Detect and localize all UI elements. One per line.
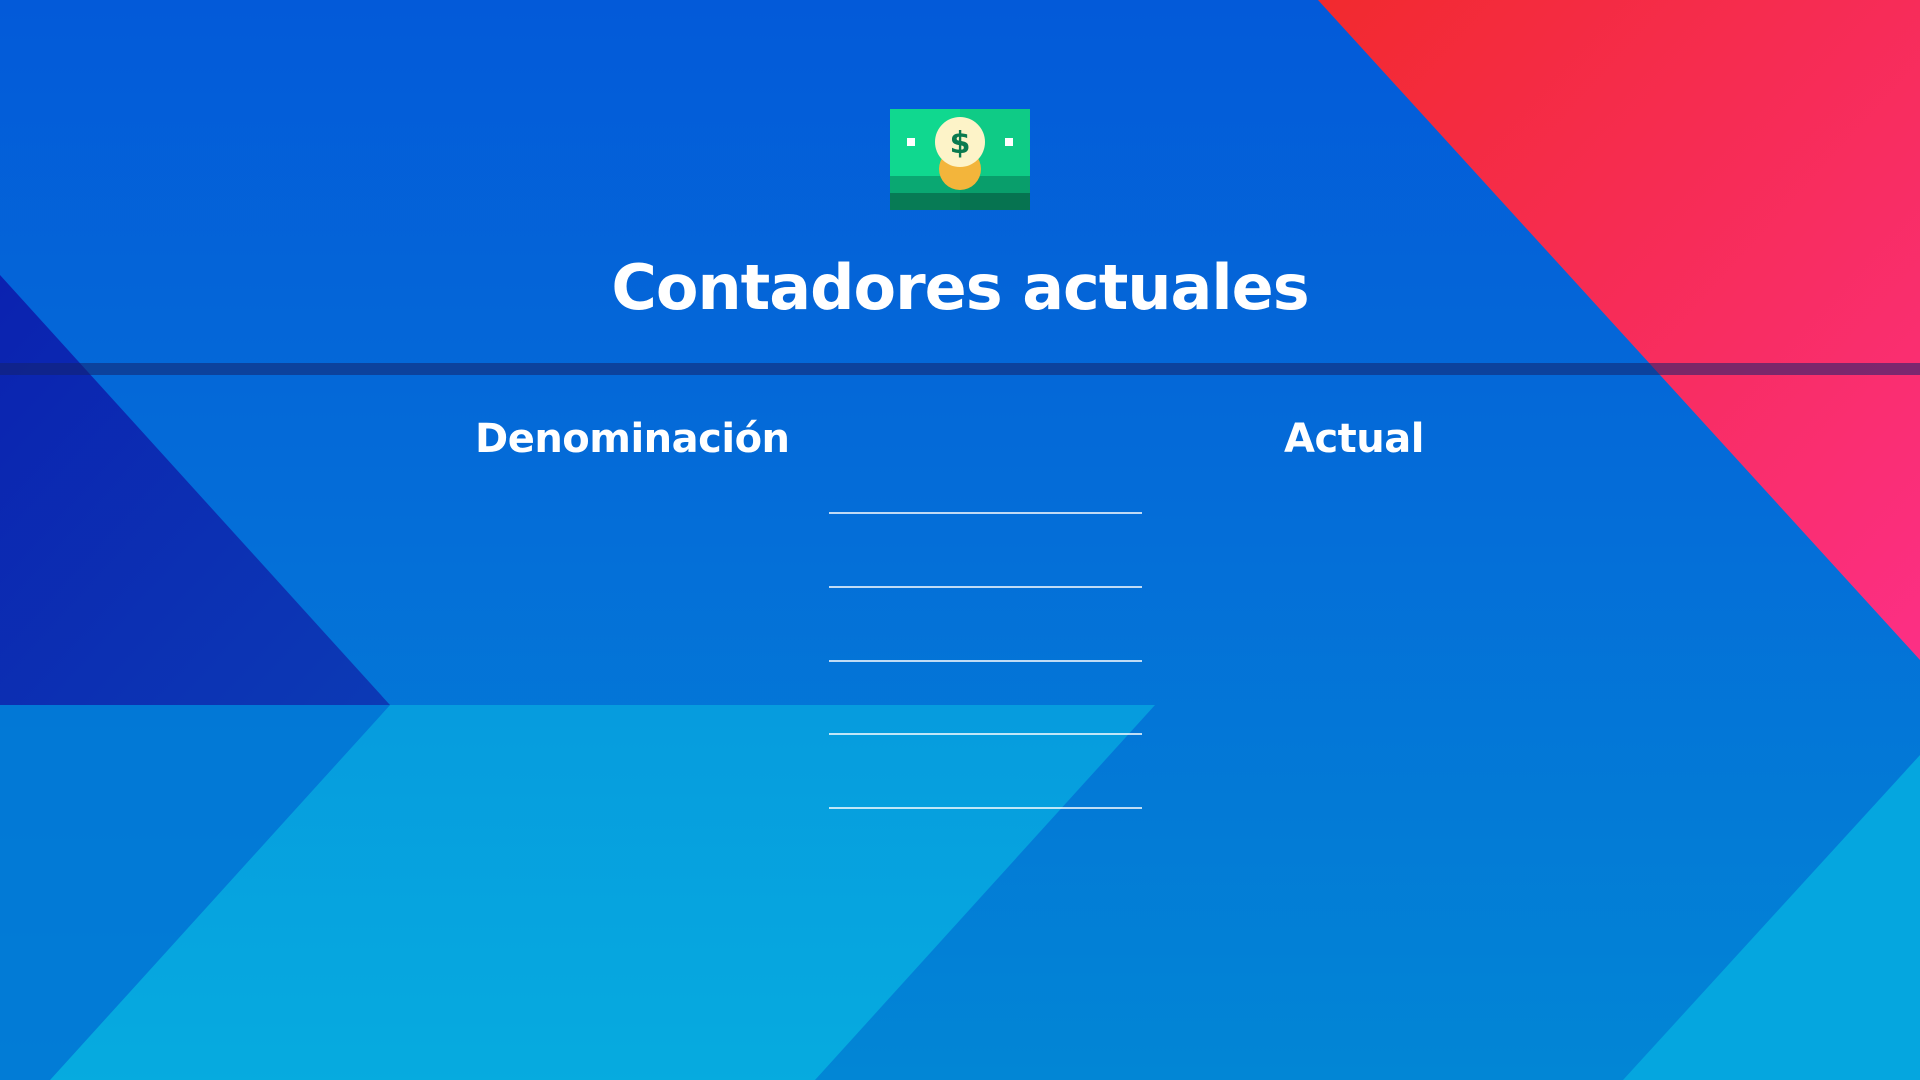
counter-field-4[interactable] xyxy=(829,733,1142,735)
column-header-denominacion: Denominación xyxy=(475,416,790,462)
counters-screen: $ Contadores actuales Denominación Actua… xyxy=(0,0,1920,1080)
header-divider xyxy=(0,363,1920,375)
dark-triangle-shape xyxy=(0,275,390,705)
cyan-corner-shape xyxy=(1623,755,1920,1080)
red-wedge-shape xyxy=(1318,0,1920,660)
counter-field-5[interactable] xyxy=(829,807,1142,809)
page-title: Contadores actuales xyxy=(611,251,1309,324)
money-bill-icon: $ xyxy=(890,109,1030,210)
column-header-actual: Actual xyxy=(1284,416,1424,462)
counter-field-2[interactable] xyxy=(829,586,1142,588)
counter-field-3[interactable] xyxy=(829,660,1142,662)
counter-field-1[interactable] xyxy=(829,512,1142,514)
svg-text:$: $ xyxy=(950,126,971,161)
